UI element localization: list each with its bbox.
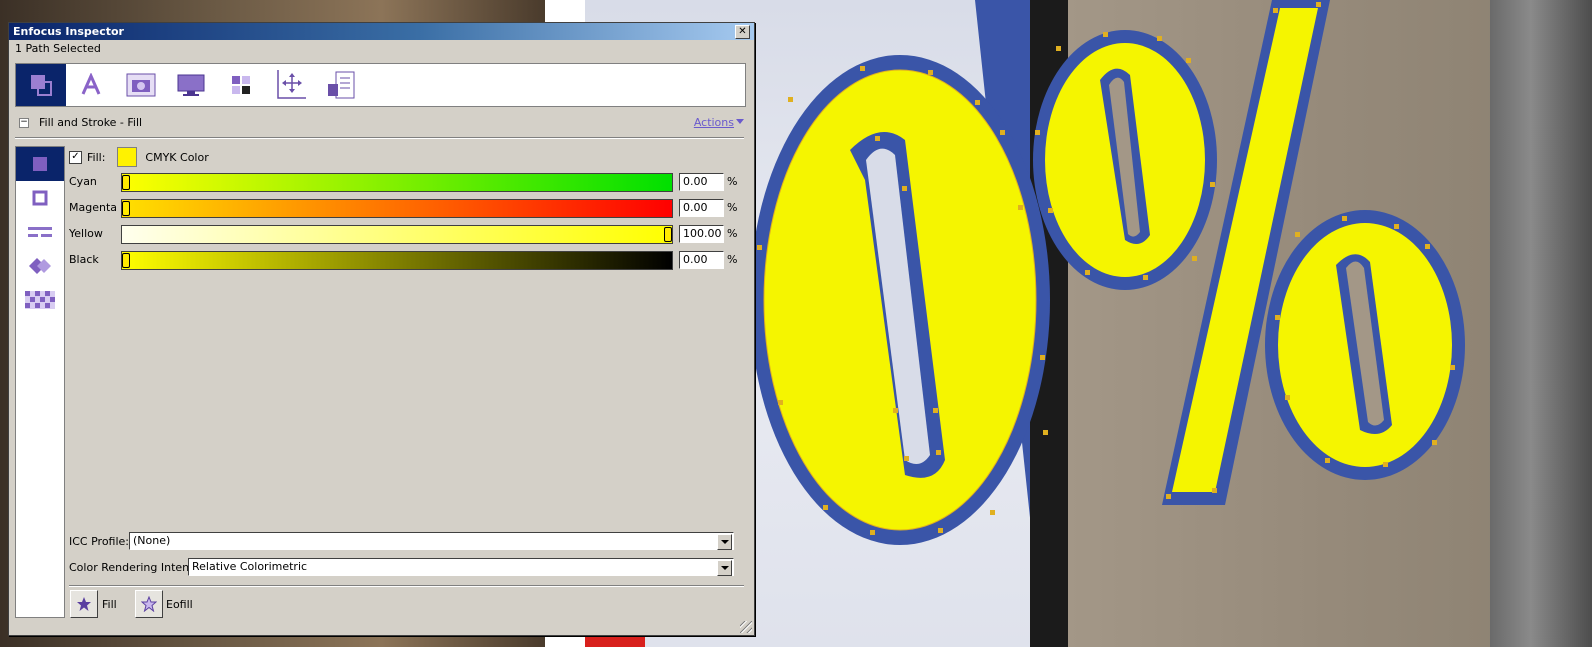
tab-document[interactable] — [316, 64, 366, 106]
bottom-divider — [69, 585, 744, 587]
tab-text[interactable] — [66, 64, 116, 106]
icc-profile-row: ICC Profile: (None) — [69, 531, 741, 551]
text-icon — [81, 73, 101, 95]
image-icon — [126, 73, 156, 97]
position-icon — [277, 70, 306, 99]
fill-label: Fill: — [87, 150, 106, 164]
color-grid-icon — [232, 76, 250, 94]
cyan-slider-thumb[interactable] — [122, 175, 130, 190]
tab-fill-stroke[interactable] — [16, 64, 66, 106]
rendering-intent-select[interactable]: Relative Colorimetric — [188, 558, 734, 576]
rendering-intent-value: Relative Colorimetric — [192, 560, 308, 573]
black-slider[interactable] — [121, 251, 673, 270]
cyan-slider-row: Cyan 0.00 % — [69, 171, 749, 193]
fill-stroke-side-panel — [15, 146, 65, 618]
stroke-icon — [32, 190, 48, 206]
side-tab-fill[interactable] — [16, 147, 64, 181]
fill-row: ✓ Fill: CMYK Color — [69, 147, 209, 167]
fill-color-swatch[interactable] — [117, 147, 138, 167]
selection-status: 1 Path Selected — [15, 42, 101, 55]
actions-menu[interactable]: Actions — [694, 113, 744, 133]
section-title: Fill and Stroke - Fill — [39, 116, 143, 129]
window-title: Enfocus Inspector — [13, 25, 124, 38]
fill-checkbox[interactable]: ✓ — [69, 150, 82, 164]
yellow-value-input[interactable]: 100.00 — [679, 225, 724, 243]
icc-profile-select[interactable]: (None) — [129, 532, 734, 550]
section-header: − Fill and Stroke - Fill Actions — [15, 113, 744, 133]
chevron-down-icon[interactable] — [717, 534, 732, 550]
eofill-mode-button[interactable] — [135, 590, 163, 618]
fill-mode-label: Fill — [102, 598, 117, 611]
black-slider-thumb[interactable] — [122, 253, 130, 268]
chevron-down-icon[interactable] — [717, 560, 732, 576]
yellow-unit: % — [727, 227, 738, 240]
eofill-mode-label: Eofill — [166, 598, 193, 611]
black-value-input[interactable]: 0.00 — [679, 251, 724, 269]
yellow-slider[interactable] — [121, 225, 673, 244]
icc-profile-value: (None) — [133, 534, 171, 547]
resize-grip[interactable] — [740, 621, 752, 633]
black-label: Black — [69, 253, 99, 266]
rendering-intent-row: Color Rendering Intent: Relative Colorim… — [69, 557, 741, 577]
tab-position[interactable] — [266, 64, 316, 106]
tab-output[interactable] — [166, 64, 216, 106]
cyan-unit: % — [727, 175, 738, 188]
side-tab-stroke[interactable] — [16, 181, 64, 215]
yellow-slider-row: Yellow 100.00 % — [69, 223, 749, 245]
section-divider — [15, 137, 744, 139]
icc-profile-label: ICC Profile: — [69, 535, 130, 548]
fill-mode-button[interactable] — [70, 590, 98, 618]
magenta-unit: % — [727, 201, 738, 214]
magenta-slider-row: Magenta 0.00 % — [69, 197, 749, 219]
magenta-slider[interactable] — [121, 199, 673, 218]
black-slider-row: Black 0.00 % — [69, 249, 749, 271]
tab-image[interactable] — [116, 64, 166, 106]
magenta-label: Magenta — [69, 201, 118, 214]
star-filled-icon — [77, 597, 91, 611]
fill-icon — [33, 157, 47, 171]
pattern-icon — [25, 291, 55, 309]
fill-stroke-icon — [31, 75, 52, 96]
side-tab-join[interactable] — [16, 249, 64, 283]
collapse-toggle[interactable]: − — [19, 118, 29, 128]
rendering-intent-label: Color Rendering Intent: — [69, 561, 198, 574]
yellow-label: Yellow — [69, 227, 103, 240]
title-bar[interactable]: Enfocus Inspector ✕ — [9, 23, 754, 40]
zero-glyph[interactable] — [750, 55, 1050, 545]
side-tab-dash[interactable] — [16, 215, 64, 249]
black-unit: % — [727, 253, 738, 266]
monitor-icon — [177, 74, 205, 96]
yellow-slider-thumb[interactable] — [664, 227, 672, 242]
side-tab-pattern[interactable] — [16, 283, 64, 317]
inspector-window[interactable]: Enfocus Inspector ✕ 1 Path Selected − Fi… — [8, 22, 755, 636]
close-button[interactable]: ✕ — [735, 25, 750, 39]
star-outline-icon — [141, 596, 157, 612]
color-mode-label: CMYK Color — [145, 150, 209, 164]
inspector-toolbar — [15, 63, 746, 107]
cyan-value-input[interactable]: 0.00 — [679, 173, 724, 191]
magenta-value-input[interactable]: 0.00 — [679, 199, 724, 217]
cyan-label: Cyan — [69, 175, 97, 188]
percent-glyph[interactable] — [1033, 0, 1465, 505]
join-icon — [29, 258, 51, 274]
cyan-slider[interactable] — [121, 173, 673, 192]
magenta-slider-thumb[interactable] — [122, 201, 130, 216]
dash-icon — [28, 227, 52, 237]
document-info-icon — [328, 71, 355, 99]
tab-color[interactable] — [216, 64, 266, 106]
